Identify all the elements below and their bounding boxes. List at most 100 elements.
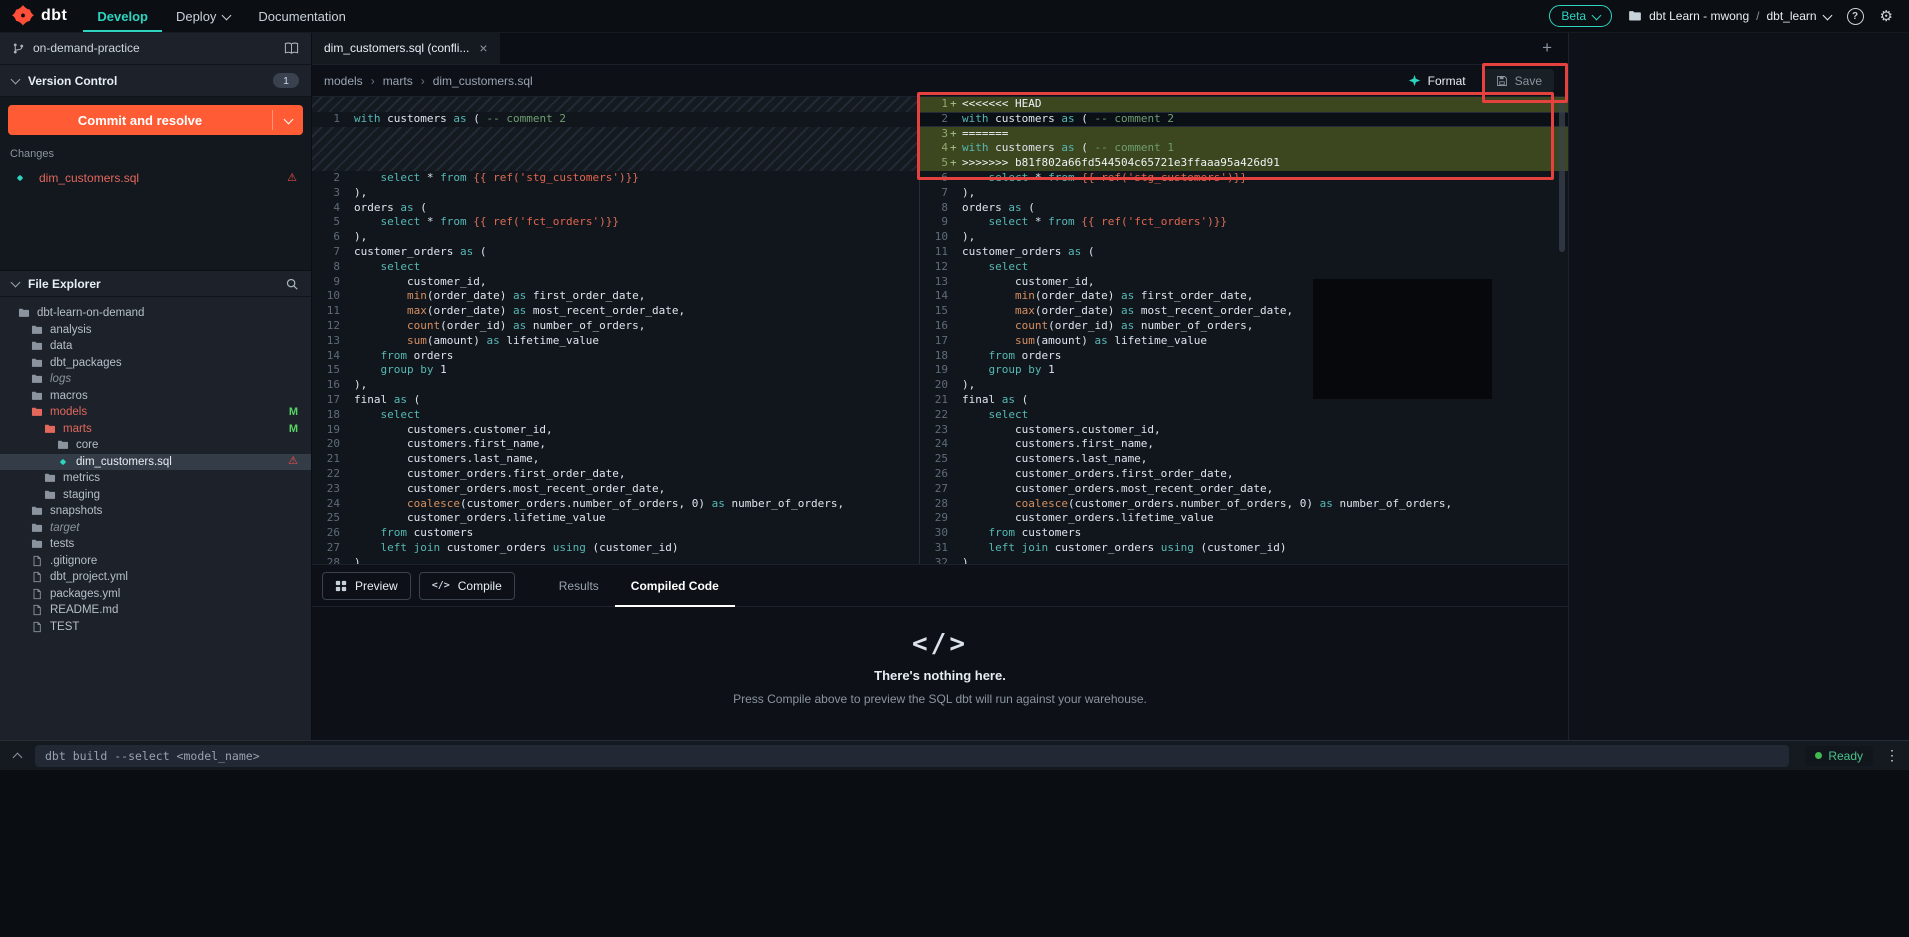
- tree-item-analysis[interactable]: analysis: [0, 322, 311, 339]
- tree-item-data[interactable]: data: [0, 338, 311, 355]
- tree-item-target[interactable]: target: [0, 520, 311, 537]
- code-line[interactable]: 9 select * from {{ ref('fct_orders')}}: [920, 215, 1568, 230]
- code-line[interactable]: 7customer_orders as (: [312, 245, 919, 260]
- beta-badge[interactable]: Beta: [1549, 5, 1612, 27]
- code-line[interactable]: 16 count(order_id) as number_of_orders,: [920, 319, 1568, 334]
- tree-item-dbt-learn-on-demand[interactable]: dbt-learn-on-demand: [0, 305, 311, 322]
- code-line[interactable]: 10),: [920, 230, 1568, 245]
- tree-item-test[interactable]: TEST: [0, 619, 311, 636]
- commit-options-button[interactable]: [273, 105, 303, 135]
- code-line[interactable]: 6),: [312, 230, 919, 245]
- tree-item-models[interactable]: modelsM: [0, 404, 311, 421]
- code-line[interactable]: 18 from orders: [920, 349, 1568, 364]
- code-line[interactable]: 16),: [312, 378, 919, 393]
- code-line[interactable]: 18 select: [312, 408, 919, 423]
- code-line[interactable]: 30 from customers: [920, 526, 1568, 541]
- gear-icon[interactable]: ⚙: [1880, 9, 1893, 24]
- code-line[interactable]: 11customer_orders as (: [920, 245, 1568, 260]
- code-line[interactable]: 5 select * from {{ ref('fct_orders')}}: [312, 215, 919, 230]
- tree-item-readme-md[interactable]: README.md: [0, 602, 311, 619]
- close-icon[interactable]: ×: [479, 40, 487, 56]
- code-line[interactable]: 15 group by 1: [312, 363, 919, 378]
- code-line[interactable]: 3),: [312, 186, 919, 201]
- code-line[interactable]: 13 sum(amount) as lifetime_value: [312, 334, 919, 349]
- nav-item-documentation[interactable]: Documentation: [244, 0, 359, 32]
- dbt-logo[interactable]: dbt: [0, 5, 83, 27]
- compile-button[interactable]: </> Compile: [419, 572, 515, 600]
- code-line[interactable]: 14 from orders: [312, 349, 919, 364]
- code-line[interactable]: 25 customers.last_name,: [920, 452, 1568, 467]
- code-line[interactable]: 17final as (: [312, 393, 919, 408]
- editor-pane-right[interactable]: 1+<<<<<<< HEAD2with customers as ( -- co…: [920, 97, 1568, 564]
- search-icon[interactable]: [285, 277, 299, 291]
- command-input[interactable]: dbt build --select <model_name>: [35, 745, 1789, 767]
- kebab-menu-icon[interactable]: ⋮: [1885, 747, 1899, 764]
- code-line[interactable]: 21final as (: [920, 393, 1568, 408]
- code-line[interactable]: 20 customers.first_name,: [312, 437, 919, 452]
- code-line[interactable]: 8 select: [312, 260, 919, 275]
- editor-pane-left[interactable]: 1with customers as ( -- comment 22 selec…: [312, 97, 920, 564]
- new-tab-button[interactable]: +: [1526, 32, 1568, 64]
- scrollbar-thumb[interactable]: [1559, 102, 1565, 252]
- code-line[interactable]: 22 select: [920, 408, 1568, 423]
- code-line[interactable]: 26 from customers: [312, 526, 919, 541]
- code-line[interactable]: 23 customer_orders.most_recent_order_dat…: [312, 482, 919, 497]
- code-line[interactable]: 12 count(order_id) as number_of_orders,: [312, 319, 919, 334]
- breadcrumb-item[interactable]: dim_customers.sql: [433, 74, 533, 88]
- code-line[interactable]: 27 customer_orders.most_recent_order_dat…: [920, 482, 1568, 497]
- code-line[interactable]: 21 customers.last_name,: [312, 452, 919, 467]
- preview-button[interactable]: Preview: [322, 572, 411, 600]
- file-explorer-header[interactable]: File Explorer: [0, 271, 311, 297]
- tree-item-staging[interactable]: staging: [0, 487, 311, 504]
- tree-item-dbt-project-yml[interactable]: dbt_project.yml: [0, 569, 311, 586]
- code-line[interactable]: 31 left join customer_orders using (cust…: [920, 541, 1568, 556]
- account-switcher[interactable]: dbt Learn - mwong / dbt_learn: [1628, 9, 1830, 23]
- code-line[interactable]: 14 min(order_date) as first_order_date,: [920, 289, 1568, 304]
- code-line[interactable]: 24 coalesce(customer_orders.number_of_or…: [312, 497, 919, 512]
- tab-results[interactable]: Results: [543, 565, 615, 607]
- tree-item-logs[interactable]: logs: [0, 371, 311, 388]
- nav-item-deploy[interactable]: Deploy: [162, 0, 244, 32]
- tree-item-marts[interactable]: martsM: [0, 421, 311, 438]
- code-line[interactable]: 32): [920, 556, 1568, 564]
- breadcrumb-item[interactable]: marts: [383, 74, 413, 88]
- code-line[interactable]: 17 sum(amount) as lifetime_value: [920, 334, 1568, 349]
- changed-file-item[interactable]: dim_customers.sql⚠: [8, 167, 303, 189]
- commit-button[interactable]: Commit and resolve: [8, 105, 303, 135]
- code-line[interactable]: 23 customers.customer_id,: [920, 423, 1568, 438]
- tree-item-metrics[interactable]: metrics: [0, 470, 311, 487]
- nav-item-develop[interactable]: Develop: [83, 0, 162, 32]
- version-control-header[interactable]: Version Control 1: [0, 65, 311, 97]
- code-line[interactable]: 6 select * from {{ ref('stg_customers')}…: [920, 171, 1568, 186]
- branch-row[interactable]: on-demand-practice: [0, 32, 311, 65]
- tree-item--gitignore[interactable]: .gitignore: [0, 553, 311, 570]
- tree-item-tests[interactable]: tests: [0, 536, 311, 553]
- code-line[interactable]: 7),: [920, 186, 1568, 201]
- tree-item-packages-yml[interactable]: packages.yml: [0, 586, 311, 603]
- code-line[interactable]: 28): [312, 556, 919, 564]
- code-line[interactable]: 9 customer_id,: [312, 275, 919, 290]
- docs-reader-icon[interactable]: [284, 41, 299, 56]
- save-button[interactable]: Save: [1484, 69, 1554, 93]
- code-line[interactable]: 13 customer_id,: [920, 275, 1568, 290]
- code-line[interactable]: 27 left join customer_orders using (cust…: [312, 541, 919, 556]
- code-line[interactable]: 19 customers.customer_id,: [312, 423, 919, 438]
- code-line[interactable]: 8orders as (: [920, 201, 1568, 216]
- tree-item-dim-customers-sql[interactable]: dim_customers.sql⚠: [0, 454, 311, 471]
- code-line[interactable]: 1+<<<<<<< HEAD: [920, 97, 1568, 112]
- code-line[interactable]: 11 max(order_date) as most_recent_order_…: [312, 304, 919, 319]
- code-line[interactable]: 28 coalesce(customer_orders.number_of_or…: [920, 497, 1568, 512]
- code-line[interactable]: 19 group by 1: [920, 363, 1568, 378]
- code-line[interactable]: 26 customer_orders.first_order_date,: [920, 467, 1568, 482]
- code-line[interactable]: 20),: [920, 378, 1568, 393]
- code-line[interactable]: 10 min(order_date) as first_order_date,: [312, 289, 919, 304]
- tree-item-core[interactable]: core: [0, 437, 311, 454]
- code-line[interactable]: 4+with customers as ( -- comment 1: [920, 141, 1568, 156]
- code-line[interactable]: 29 customer_orders.lifetime_value: [920, 511, 1568, 526]
- code-line[interactable]: 12 select: [920, 260, 1568, 275]
- editor-tab[interactable]: dim_customers.sql (confli... ×: [312, 32, 501, 64]
- code-line[interactable]: 5+>>>>>>> b81f802a66fd544504c65721e3ffaa…: [920, 156, 1568, 171]
- help-icon[interactable]: ?: [1847, 8, 1864, 25]
- code-line[interactable]: 25 customer_orders.lifetime_value: [312, 511, 919, 526]
- code-line[interactable]: 24 customers.first_name,: [920, 437, 1568, 452]
